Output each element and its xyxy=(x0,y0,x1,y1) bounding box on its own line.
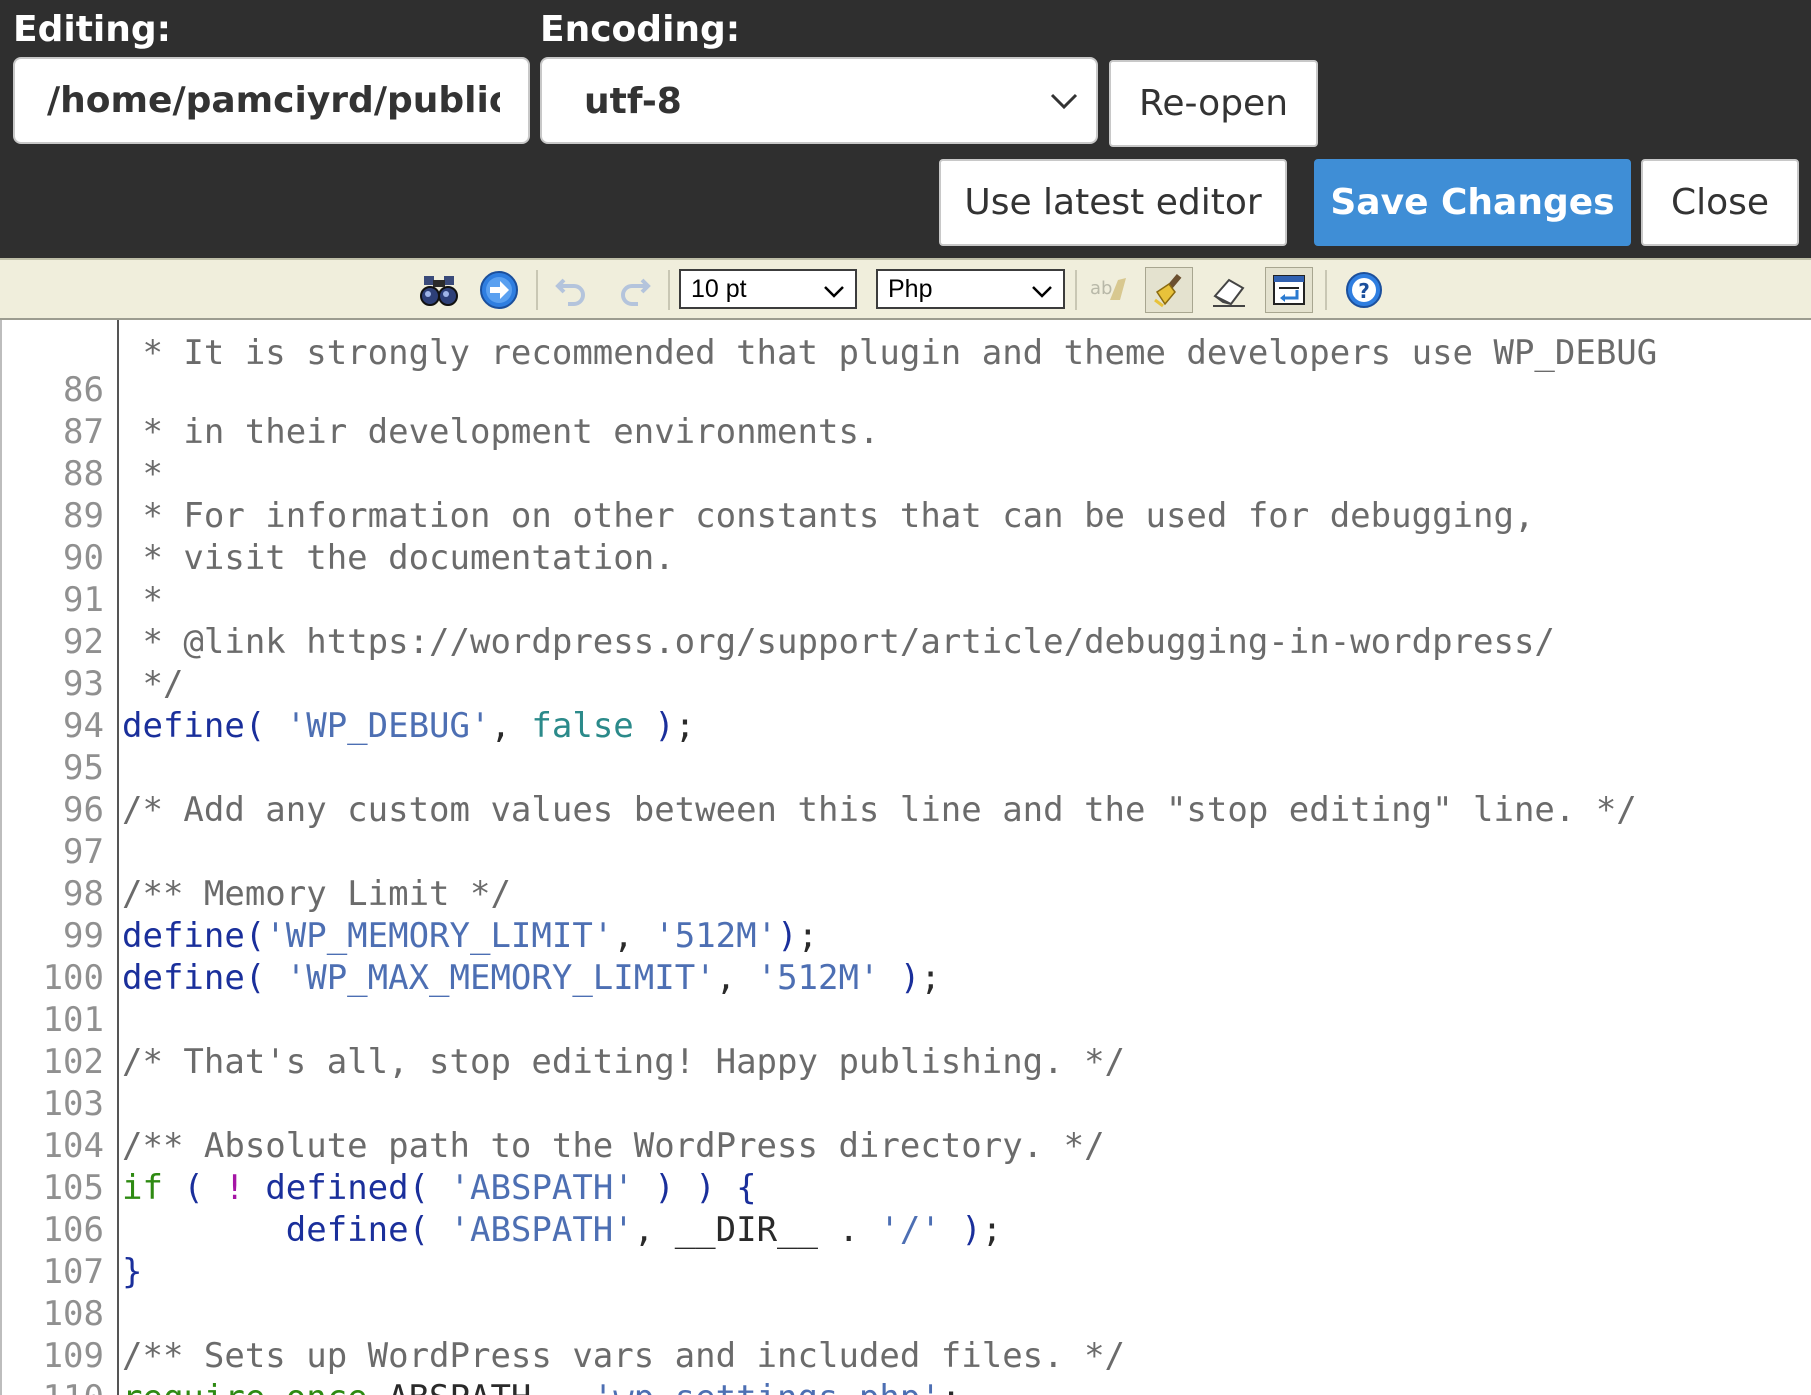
code-line: 90 * xyxy=(2,495,1811,620)
code-line: 87 * xyxy=(2,369,1811,494)
code-line: 95 /* Add any custom values between this… xyxy=(2,705,1811,830)
file-path-field[interactable] xyxy=(13,57,530,144)
goto-line-icon[interactable] xyxy=(477,268,521,312)
code-line: 99 define( 'WP_MAX_MEMORY_LIMIT', '512M'… xyxy=(2,873,1811,998)
code-line: 111 xyxy=(2,1377,1811,1395)
code-line: 97 /** Memory Limit */ xyxy=(2,789,1811,914)
code-line: 88 * For information on other constants … xyxy=(2,411,1811,536)
save-changes-button[interactable]: Save Changes xyxy=(1314,159,1631,246)
reopen-button[interactable]: Re-open xyxy=(1109,60,1318,147)
code-line: 98 define('WP_MEMORY_LIMIT', '512M'); xyxy=(2,831,1811,956)
syntax-language-select[interactable]: Php xyxy=(876,269,1065,309)
use-latest-editor-button[interactable]: Use latest editor xyxy=(939,159,1287,246)
spellcheck-icon[interactable]: ab xyxy=(1087,268,1131,312)
chevron-down-icon xyxy=(824,286,844,298)
code-line: 102 xyxy=(2,999,1811,1082)
code-line: 110 xyxy=(2,1335,1811,1395)
code-line: 105 define( 'ABSPATH', __DIR__ . '/' ); xyxy=(2,1125,1811,1250)
code-line: 108 /** Sets up WordPress vars and inclu… xyxy=(2,1251,1811,1376)
code-line: 89 * visit the documentation. xyxy=(2,453,1811,578)
encoding-value: utf-8 xyxy=(584,81,682,122)
reset-icon[interactable] xyxy=(1207,268,1251,312)
code-line: 107 xyxy=(2,1209,1811,1292)
code-line: 92 */ xyxy=(2,579,1811,704)
help-icon[interactable]: ? xyxy=(1342,268,1386,312)
code-line: 93 define( 'WP_DEBUG', false ); xyxy=(2,621,1811,746)
undo-icon[interactable] xyxy=(550,268,594,312)
svg-text:?: ? xyxy=(1358,279,1370,303)
code-line: 96 xyxy=(2,747,1811,830)
close-button[interactable]: Close xyxy=(1641,159,1799,246)
encoding-select[interactable]: utf-8 xyxy=(540,57,1098,144)
font-size-select[interactable]: 10 pt xyxy=(679,269,857,309)
code-line: 104 if ( ! defined( 'ABSPATH' ) ) { xyxy=(2,1083,1811,1208)
search-icon[interactable] xyxy=(417,268,461,312)
editor-toolbar: 10 pt Php ab ? xyxy=(0,258,1811,320)
code-line: 106 } xyxy=(2,1167,1811,1292)
svg-text:ab: ab xyxy=(1090,278,1112,299)
editing-label: Editing: xyxy=(13,9,172,50)
font-size-value: 10 pt xyxy=(691,275,747,303)
encoding-label: Encoding: xyxy=(540,9,741,50)
file-path-input[interactable] xyxy=(15,59,528,142)
code-line: 94 xyxy=(2,663,1811,746)
chevron-down-icon xyxy=(1032,286,1052,298)
code-line: 91 * @link https://wordpress.org/support… xyxy=(2,537,1811,662)
chevron-down-icon xyxy=(1050,93,1078,110)
editor-header: Editing: Encoding: utf-8 Re-open Use lat… xyxy=(0,0,1811,258)
highlight-icon[interactable] xyxy=(1145,267,1193,313)
code-line: 101 /* That's all, stop editing! Happy p… xyxy=(2,957,1811,1082)
code-line: 109 require_once ABSPATH . 'wp-settings.… xyxy=(2,1293,1811,1395)
code-editor[interactable]: * It is strongly recommended that plugin… xyxy=(0,320,1811,1395)
redo-icon[interactable] xyxy=(612,268,656,312)
code-line: 86 * in their development environments. xyxy=(2,327,1811,452)
toggle-editor-icon[interactable] xyxy=(1265,267,1313,313)
syntax-language-value: Php xyxy=(888,275,933,303)
code-line: 100 xyxy=(2,915,1811,998)
code-line: 103 /** Absolute path to the WordPress d… xyxy=(2,1041,1811,1166)
